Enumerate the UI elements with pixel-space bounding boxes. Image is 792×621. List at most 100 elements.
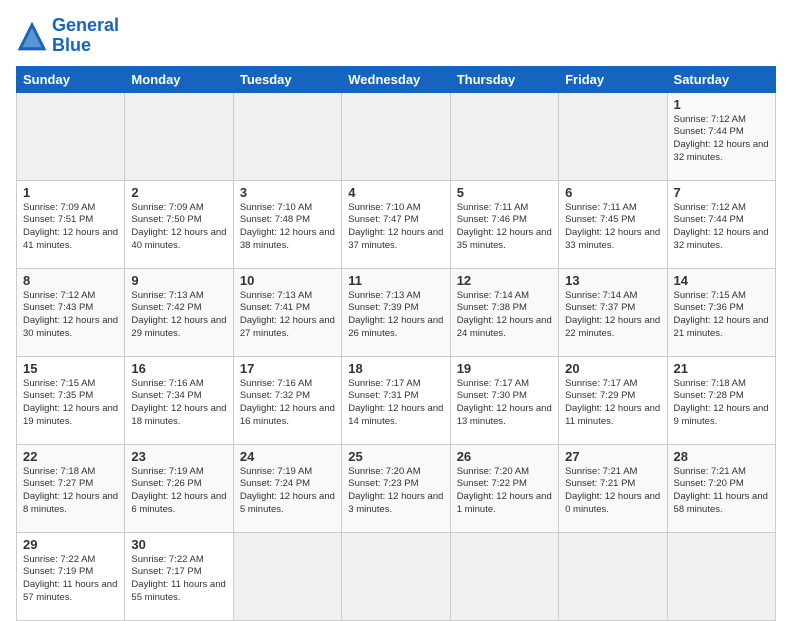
cell-info: Sunrise: 7:12 AMSunset: 7:44 PMDaylight:… — [674, 114, 769, 165]
calendar-cell: 11Sunrise: 7:13 AMSunset: 7:39 PMDayligh… — [342, 268, 450, 356]
day-number: 1 — [23, 185, 118, 200]
calendar-table: SundayMondayTuesdayWednesdayThursdayFrid… — [16, 66, 776, 621]
cell-info: Sunrise: 7:14 AMSunset: 7:37 PMDaylight:… — [565, 290, 660, 341]
calendar-cell: 18Sunrise: 7:17 AMSunset: 7:31 PMDayligh… — [342, 356, 450, 444]
day-number: 10 — [240, 273, 335, 288]
calendar-cell — [342, 92, 450, 180]
cell-info: Sunrise: 7:17 AMSunset: 7:29 PMDaylight:… — [565, 378, 660, 429]
calendar-cell — [450, 532, 558, 620]
calendar-cell: 1 Sunrise: 7:09 AMSunset: 7:51 PMDaylight… — [17, 180, 125, 268]
cell-info: Sunrise: 7:20 AMSunset: 7:23 PMDaylight:… — [348, 466, 443, 517]
cell-info: Sunrise: 7:20 AMSunset: 7:22 PMDaylight:… — [457, 466, 552, 517]
calendar-cell: 10 Sunrise: 7:13 AMSunset: 7:41 PMDayligh… — [233, 268, 341, 356]
calendar-day-header: Monday — [125, 66, 233, 92]
day-number: 16 — [131, 361, 226, 376]
cell-info: Sunrise: 7:10 AMSunset: 7:48 PMDaylight:… — [240, 202, 335, 253]
cell-info: Sunrise: 7:16 AMSunset: 7:32 PMDaylight:… — [240, 378, 335, 429]
calendar-row: 1 Sunrise: 7:09 AMSunset: 7:51 PMDaylight… — [17, 180, 776, 268]
day-number: 17 — [240, 361, 335, 376]
day-number: 21 — [674, 361, 769, 376]
day-number: 13 — [565, 273, 660, 288]
cell-info: Sunrise: 7:13 AMSunset: 7:41 PMDaylight:… — [240, 290, 335, 341]
cell-info: Sunrise: 7:09 AMSunset: 7:50 PMDaylight:… — [131, 202, 226, 253]
calendar-day-header: Saturday — [667, 66, 775, 92]
cell-info: Sunrise: 7:10 AMSunset: 7:47 PMDaylight:… — [348, 202, 443, 253]
calendar-cell — [559, 532, 667, 620]
calendar-cell: 29 Sunrise: 7:22 AMSunset: 7:19 PMDayligh… — [17, 532, 125, 620]
calendar-row: 29 Sunrise: 7:22 AMSunset: 7:19 PMDayligh… — [17, 532, 776, 620]
calendar-row: 1 Sunrise: 7:12 AMSunset: 7:44 PMDaylight… — [17, 92, 776, 180]
calendar-row: 8 Sunrise: 7:12 AMSunset: 7:43 PMDaylight… — [17, 268, 776, 356]
calendar-cell: 27Sunrise: 7:21 AMSunset: 7:21 PMDayligh… — [559, 444, 667, 532]
calendar-cell: 20 Sunrise: 7:17 AMSunset: 7:29 PMDayligh… — [559, 356, 667, 444]
cell-info: Sunrise: 7:09 AMSunset: 7:51 PMDaylight:… — [23, 202, 118, 253]
cell-info: Sunrise: 7:15 AMSunset: 7:35 PMDaylight:… — [23, 378, 118, 429]
day-number: 24 — [240, 449, 335, 464]
calendar-cell: 26 Sunrise: 7:20 AMSunset: 7:22 PMDayligh… — [450, 444, 558, 532]
day-number: 23 — [131, 449, 226, 464]
cell-info: Sunrise: 7:22 AMSunset: 7:19 PMDaylight:… — [23, 554, 118, 605]
day-number: 5 — [457, 185, 552, 200]
calendar-cell: 24 Sunrise: 7:19 AMSunset: 7:24 PMDayligh… — [233, 444, 341, 532]
calendar-day-header: Friday — [559, 66, 667, 92]
calendar-cell: 28 Sunrise: 7:21 AMSunset: 7:20 PMDayligh… — [667, 444, 775, 532]
day-number: 6 — [565, 185, 660, 200]
calendar-cell: 14Sunrise: 7:15 AMSunset: 7:36 PMDayligh… — [667, 268, 775, 356]
day-number: 9 — [131, 273, 226, 288]
calendar-header-row: SundayMondayTuesdayWednesdayThursdayFrid… — [17, 66, 776, 92]
calendar-cell: 25Sunrise: 7:20 AMSunset: 7:23 PMDayligh… — [342, 444, 450, 532]
cell-info: Sunrise: 7:13 AMSunset: 7:42 PMDaylight:… — [131, 290, 226, 341]
cell-info: Sunrise: 7:17 AMSunset: 7:30 PMDaylight:… — [457, 378, 552, 429]
cell-info: Sunrise: 7:18 AMSunset: 7:28 PMDaylight:… — [674, 378, 769, 429]
page-container: General Blue SundayMondayTuesdayWednesda… — [0, 0, 792, 612]
cell-info: Sunrise: 7:16 AMSunset: 7:34 PMDaylight:… — [131, 378, 226, 429]
day-number: 30 — [131, 537, 226, 552]
cell-info: Sunrise: 7:18 AMSunset: 7:27 PMDaylight:… — [23, 466, 118, 517]
calendar-row: 15 Sunrise: 7:15 AMSunset: 7:35 PMDayligh… — [17, 356, 776, 444]
cell-info: Sunrise: 7:11 AMSunset: 7:45 PMDaylight:… — [565, 202, 660, 253]
cell-info: Sunrise: 7:21 AMSunset: 7:20 PMDaylight:… — [674, 466, 769, 517]
cell-info: Sunrise: 7:19 AMSunset: 7:24 PMDaylight:… — [240, 466, 335, 517]
cell-info: Sunrise: 7:15 AMSunset: 7:36 PMDaylight:… — [674, 290, 769, 341]
day-number: 19 — [457, 361, 552, 376]
calendar-cell: 12Sunrise: 7:14 AMSunset: 7:38 PMDayligh… — [450, 268, 558, 356]
calendar-cell — [667, 532, 775, 620]
calendar-cell: 8 Sunrise: 7:12 AMSunset: 7:43 PMDaylight… — [17, 268, 125, 356]
day-number: 20 — [565, 361, 660, 376]
calendar-cell: 6 Sunrise: 7:11 AMSunset: 7:45 PMDaylight… — [559, 180, 667, 268]
day-number: 28 — [674, 449, 769, 464]
day-number: 15 — [23, 361, 118, 376]
header: General Blue — [16, 16, 776, 56]
logo-icon — [16, 20, 48, 52]
calendar-row: 22Sunrise: 7:18 AMSunset: 7:27 PMDayligh… — [17, 444, 776, 532]
calendar-cell: 1 Sunrise: 7:12 AMSunset: 7:44 PMDaylight… — [667, 92, 775, 180]
calendar-cell — [17, 92, 125, 180]
calendar-cell — [559, 92, 667, 180]
day-number: 27 — [565, 449, 660, 464]
calendar-cell: 5 Sunrise: 7:11 AMSunset: 7:46 PMDaylight… — [450, 180, 558, 268]
cell-info: Sunrise: 7:19 AMSunset: 7:26 PMDaylight:… — [131, 466, 226, 517]
day-number: 26 — [457, 449, 552, 464]
day-number: 12 — [457, 273, 552, 288]
cell-info: Sunrise: 7:22 AMSunset: 7:17 PMDaylight:… — [131, 554, 226, 605]
cell-info: Sunrise: 7:12 AMSunset: 7:44 PMDaylight:… — [674, 202, 769, 253]
day-number: 8 — [23, 273, 118, 288]
day-number: 4 — [348, 185, 443, 200]
logo: General Blue — [16, 16, 119, 56]
calendar-cell: 4 Sunrise: 7:10 AMSunset: 7:47 PMDaylight… — [342, 180, 450, 268]
calendar-cell — [342, 532, 450, 620]
day-number: 1 — [674, 97, 769, 112]
cell-info: Sunrise: 7:12 AMSunset: 7:43 PMDaylight:… — [23, 290, 118, 341]
day-number: 11 — [348, 273, 443, 288]
day-number: 7 — [674, 185, 769, 200]
cell-info: Sunrise: 7:17 AMSunset: 7:31 PMDaylight:… — [348, 378, 443, 429]
calendar-cell: 13 Sunrise: 7:14 AMSunset: 7:37 PMDayligh… — [559, 268, 667, 356]
cell-info: Sunrise: 7:11 AMSunset: 7:46 PMDaylight:… — [457, 202, 552, 253]
calendar-cell: 9 Sunrise: 7:13 AMSunset: 7:42 PMDaylight… — [125, 268, 233, 356]
calendar-cell — [125, 92, 233, 180]
calendar-day-header: Sunday — [17, 66, 125, 92]
calendar-cell — [233, 92, 341, 180]
day-number: 29 — [23, 537, 118, 552]
calendar-cell — [233, 532, 341, 620]
calendar-cell: 16 Sunrise: 7:16 AMSunset: 7:34 PMDayligh… — [125, 356, 233, 444]
